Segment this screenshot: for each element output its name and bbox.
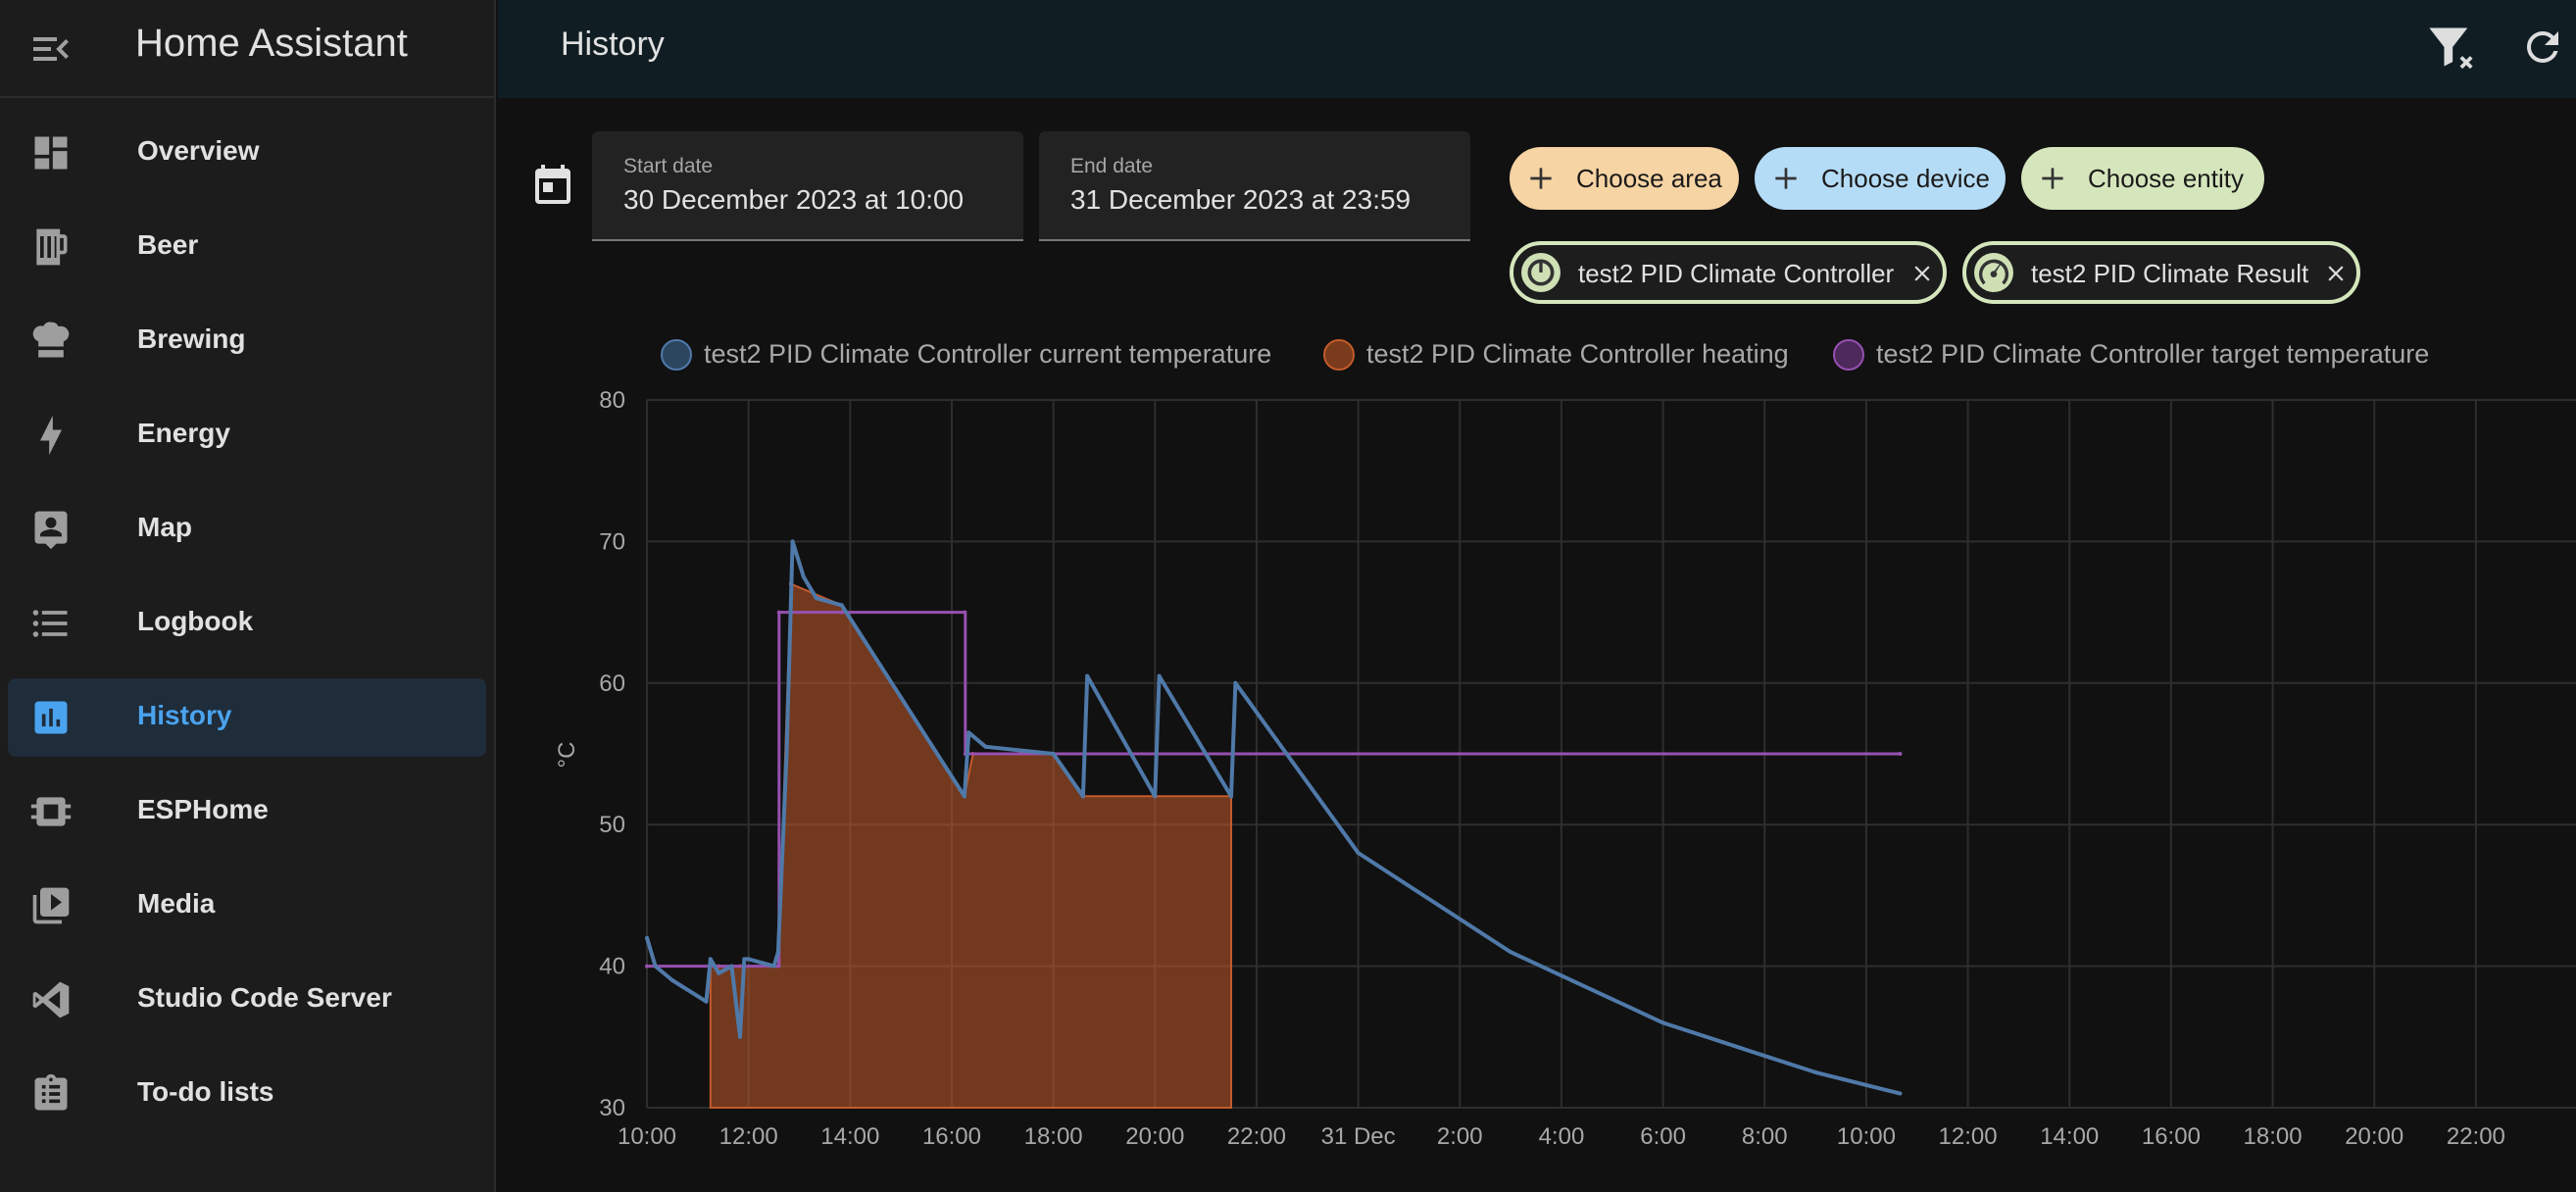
x-tick-label: 16:00 (2142, 1123, 2201, 1150)
current-temperature-point (1229, 794, 1234, 799)
current-temperature-point (742, 957, 747, 962)
x-tick-label: 2:00 (1437, 1123, 1483, 1150)
current-temperature-point (645, 935, 649, 940)
history-chart[interactable]: 30 40 50 60 70 80 10:00 12:00 14:00 16:00 18:00 20:… (0, 0, 2576, 1192)
current-temperature-point (966, 730, 971, 735)
x-tick-label: 10:00 (618, 1123, 676, 1150)
x-tick-label: 14:00 (2040, 1123, 2099, 1150)
x-tick-label: 20:00 (2345, 1123, 2403, 1150)
x-tick-label: 31 Dec (1321, 1123, 1396, 1150)
x-tick-label: 22:00 (1227, 1123, 1286, 1150)
current-temperature-point (775, 950, 780, 955)
x-tick-label: 12:00 (1939, 1123, 1998, 1150)
current-temperature-point (1157, 673, 1162, 678)
y-tick-label: 40 (599, 954, 625, 980)
current-temperature-point (784, 752, 789, 756)
x-tick-label: 18:00 (1024, 1123, 1083, 1150)
current-temperature-point (1509, 950, 1513, 955)
current-temperature-point (669, 978, 674, 983)
target-temperature-point (775, 964, 780, 968)
x-tick-label: 6:00 (1640, 1123, 1686, 1150)
y-axis-label: °C (554, 742, 580, 769)
current-temperature-point (738, 1034, 743, 1039)
target-temperature-point (962, 610, 966, 615)
current-temperature-point (1233, 680, 1238, 685)
x-tick-label: 10:00 (1837, 1123, 1896, 1150)
x-tick-label: 4:00 (1539, 1123, 1585, 1150)
target-temperature-point (776, 610, 781, 615)
current-temperature-point (746, 957, 751, 962)
current-temperature-point (771, 964, 776, 968)
current-temperature-point (1898, 1091, 1903, 1096)
current-temperature-point (717, 970, 721, 975)
current-temperature-point (653, 964, 658, 968)
x-tick-label: 18:00 (2244, 1123, 2303, 1150)
current-temperature-point (839, 603, 844, 608)
current-temperature-point (814, 596, 818, 601)
current-temperature-point (729, 964, 734, 968)
current-temperature-point (790, 539, 795, 544)
x-tick-label: 22:00 (2447, 1123, 2505, 1150)
current-temperature-point (962, 794, 966, 799)
current-temperature-point (704, 999, 709, 1004)
y-tick-label: 50 (599, 812, 625, 838)
current-temperature-point (1356, 851, 1361, 856)
current-temperature-point (1051, 752, 1056, 756)
current-temperature-point (1080, 794, 1085, 799)
current-temperature-point (1153, 794, 1158, 799)
y-tick-label: 80 (599, 387, 625, 414)
current-temperature-point (708, 957, 713, 962)
y-tick-label: 60 (599, 670, 625, 697)
current-temperature-point (801, 574, 806, 579)
x-tick-label: 16:00 (922, 1123, 981, 1150)
x-tick-label: 14:00 (820, 1123, 879, 1150)
x-tick-label: 20:00 (1125, 1123, 1184, 1150)
target-temperature-point (645, 964, 649, 968)
x-tick-label: 12:00 (719, 1123, 778, 1150)
y-tick-label: 70 (599, 528, 625, 555)
y-tick-label: 30 (599, 1095, 625, 1121)
current-temperature-point (1813, 1069, 1818, 1074)
target-temperature-point (1898, 752, 1903, 756)
current-temperature-point (1660, 1020, 1665, 1025)
x-tick-label: 8:00 (1742, 1123, 1788, 1150)
current-temperature-point (1085, 673, 1090, 678)
current-temperature-point (983, 744, 988, 749)
